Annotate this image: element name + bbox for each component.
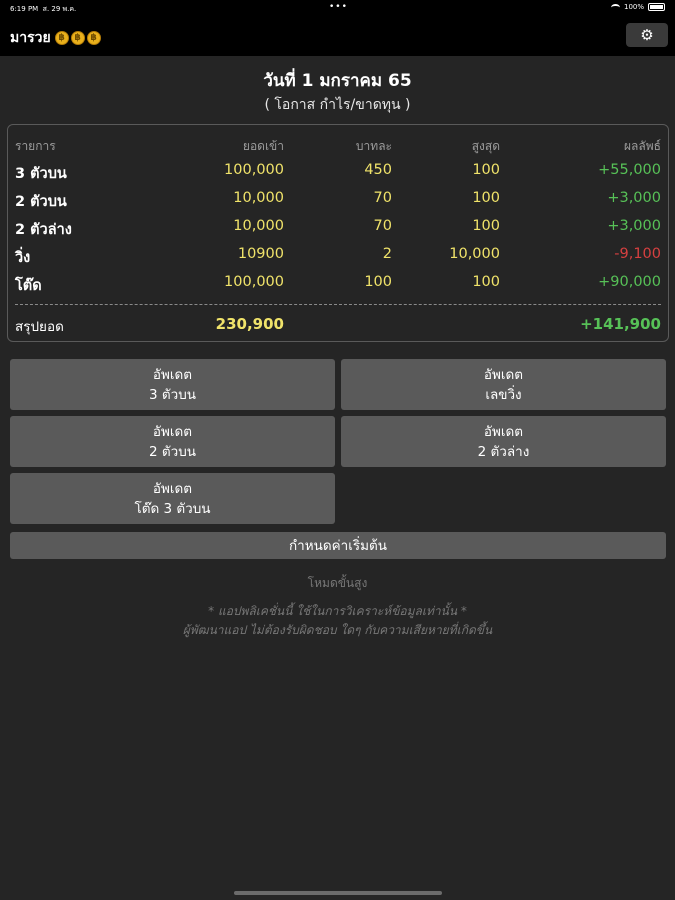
button-line2: 3 ตัวบน xyxy=(148,386,197,403)
row-rate: 70 xyxy=(373,218,392,234)
total-income: 230,900 xyxy=(215,315,284,333)
row-label: โต๊ด xyxy=(15,278,42,294)
row-rate: 100 xyxy=(364,274,392,290)
button-line1: อัพเดต xyxy=(152,366,193,383)
update-3-top-button[interactable]: อัพเดต 3 ตัวบน xyxy=(10,359,335,410)
col-header-result: ผลลัพธ์ xyxy=(624,139,661,153)
row-rate: 450 xyxy=(364,162,392,178)
multitasking-dots-icon[interactable]: ••• xyxy=(329,2,348,12)
button-line2: 2 ตัวบน xyxy=(148,443,197,460)
row-income: 100,000 xyxy=(224,274,284,290)
row-result: +55,000 xyxy=(598,162,661,178)
status-time: 6:19 PM ส. 29 พ.ค. xyxy=(10,5,77,13)
disclaimer-line1: * แอปพลิเคชั่นนี้ ใช้ในการวิเคราะห์ข้อมู… xyxy=(208,604,467,618)
row-label: 2 ตัวล่าง xyxy=(15,222,72,238)
button-line2: 2 ตัวล่าง xyxy=(477,443,530,460)
row-rate: 70 xyxy=(373,190,392,206)
col-header-rate: บาทละ xyxy=(355,139,392,153)
home-indicator[interactable] xyxy=(234,891,442,895)
row-label: 2 ตัวบน xyxy=(15,194,67,210)
col-header-max: สูงสุด xyxy=(471,139,500,153)
table-row: 2 ตัวล่าง 10,000 70 100 +3,000 xyxy=(8,218,668,242)
coin-icon: ฿ xyxy=(54,31,69,45)
table-row: โต๊ด 100,000 100 100 +90,000 xyxy=(8,274,668,298)
battery-percent: 100% xyxy=(623,3,644,11)
disclaimer-line2: ผู้พัฒนาแอป ไม่ต้องรับผิดชอบ ใดๆ กับความ… xyxy=(182,623,493,637)
row-income: 10,000 xyxy=(233,190,284,206)
status-right: 100% xyxy=(610,3,665,11)
row-result: +90,000 xyxy=(598,274,661,290)
row-max: 100 xyxy=(472,218,500,234)
advanced-mode-link[interactable]: โหมดขั้นสูง xyxy=(0,574,675,593)
page-subtitle: ( โอกาส กำไร/ขาดทุน ) xyxy=(264,97,411,113)
nav-bar: มารวย ฿ ฿ ฿ ⚙ xyxy=(0,16,675,56)
app-title: มารวย ฿ ฿ ฿ xyxy=(10,27,101,49)
button-line1: อัพเดต xyxy=(483,366,524,383)
button-line1: อัพเดต xyxy=(483,423,524,440)
set-initial-values-button[interactable]: กำหนดค่าเริ่มต้น xyxy=(10,532,666,559)
row-max: 10,000 xyxy=(449,246,500,262)
status-bar: 6:19 PM ส. 29 พ.ค. ••• 100% xyxy=(0,0,675,16)
row-income: 10,000 xyxy=(233,218,284,234)
app-name: มารวย xyxy=(10,30,51,46)
table-header: รายการ ยอดเข้า บาทละ สูงสุด ผลลัพธ์ xyxy=(8,137,668,161)
row-label: วิ่ง xyxy=(15,250,31,266)
coin-icons: ฿ ฿ ฿ xyxy=(54,31,101,45)
row-income: 10900 xyxy=(237,246,284,262)
update-tod-button[interactable]: อัพเดต โต๊ด 3 ตัวบน xyxy=(10,473,335,524)
row-result: -9,100 xyxy=(614,246,661,262)
update-run-button[interactable]: อัพเดต เลขวิ่ง xyxy=(341,359,666,410)
row-max: 100 xyxy=(472,162,500,178)
battery-icon xyxy=(648,3,665,11)
update-2-bottom-button[interactable]: อัพเดต 2 ตัวล่าง xyxy=(341,416,666,467)
table-row: วิ่ง 10900 2 10,000 -9,100 xyxy=(8,246,668,270)
page-title: วันที่ 1 มกราคม 65 xyxy=(263,71,412,91)
coin-icon: ฿ xyxy=(70,31,85,45)
row-result: +3,000 xyxy=(607,190,661,206)
button-line2: โต๊ด 3 ตัวบน xyxy=(134,500,211,517)
table-row: 3 ตัวบน 100,000 450 100 +55,000 xyxy=(8,162,668,186)
row-result: +3,000 xyxy=(607,218,661,234)
summary-table: รายการ ยอดเข้า บาทละ สูงสุด ผลลัพธ์ 3 ตั… xyxy=(7,124,669,342)
table-divider xyxy=(15,304,661,305)
coin-icon: ฿ xyxy=(86,31,101,45)
col-header-income: ยอดเข้า xyxy=(242,139,284,153)
wifi-icon xyxy=(610,3,620,11)
row-max: 100 xyxy=(472,190,500,206)
row-max: 100 xyxy=(472,274,500,290)
table-row: 2 ตัวบน 10,000 70 100 +3,000 xyxy=(8,190,668,214)
button-line1: อัพเดต xyxy=(152,480,193,497)
status-date: ส. 29 พ.ค. xyxy=(42,5,77,13)
settings-button[interactable]: ⚙ xyxy=(626,23,668,47)
total-result: +141,900 xyxy=(580,315,661,333)
button-line1: อัพเดต xyxy=(152,423,193,440)
update-2-top-button[interactable]: อัพเดต 2 ตัวบน xyxy=(10,416,335,467)
col-header-item: รายการ xyxy=(15,139,56,153)
row-label: 3 ตัวบน xyxy=(15,166,67,182)
total-label: สรุปยอด xyxy=(15,319,64,335)
gear-icon: ⚙ xyxy=(640,26,654,44)
row-rate: 2 xyxy=(382,246,392,262)
total-row: สรุปยอด 230,900 +141,900 xyxy=(8,315,668,339)
button-line2: เลขวิ่ง xyxy=(485,386,522,403)
button-label: กำหนดค่าเริ่มต้น xyxy=(288,537,388,554)
row-income: 100,000 xyxy=(224,162,284,178)
